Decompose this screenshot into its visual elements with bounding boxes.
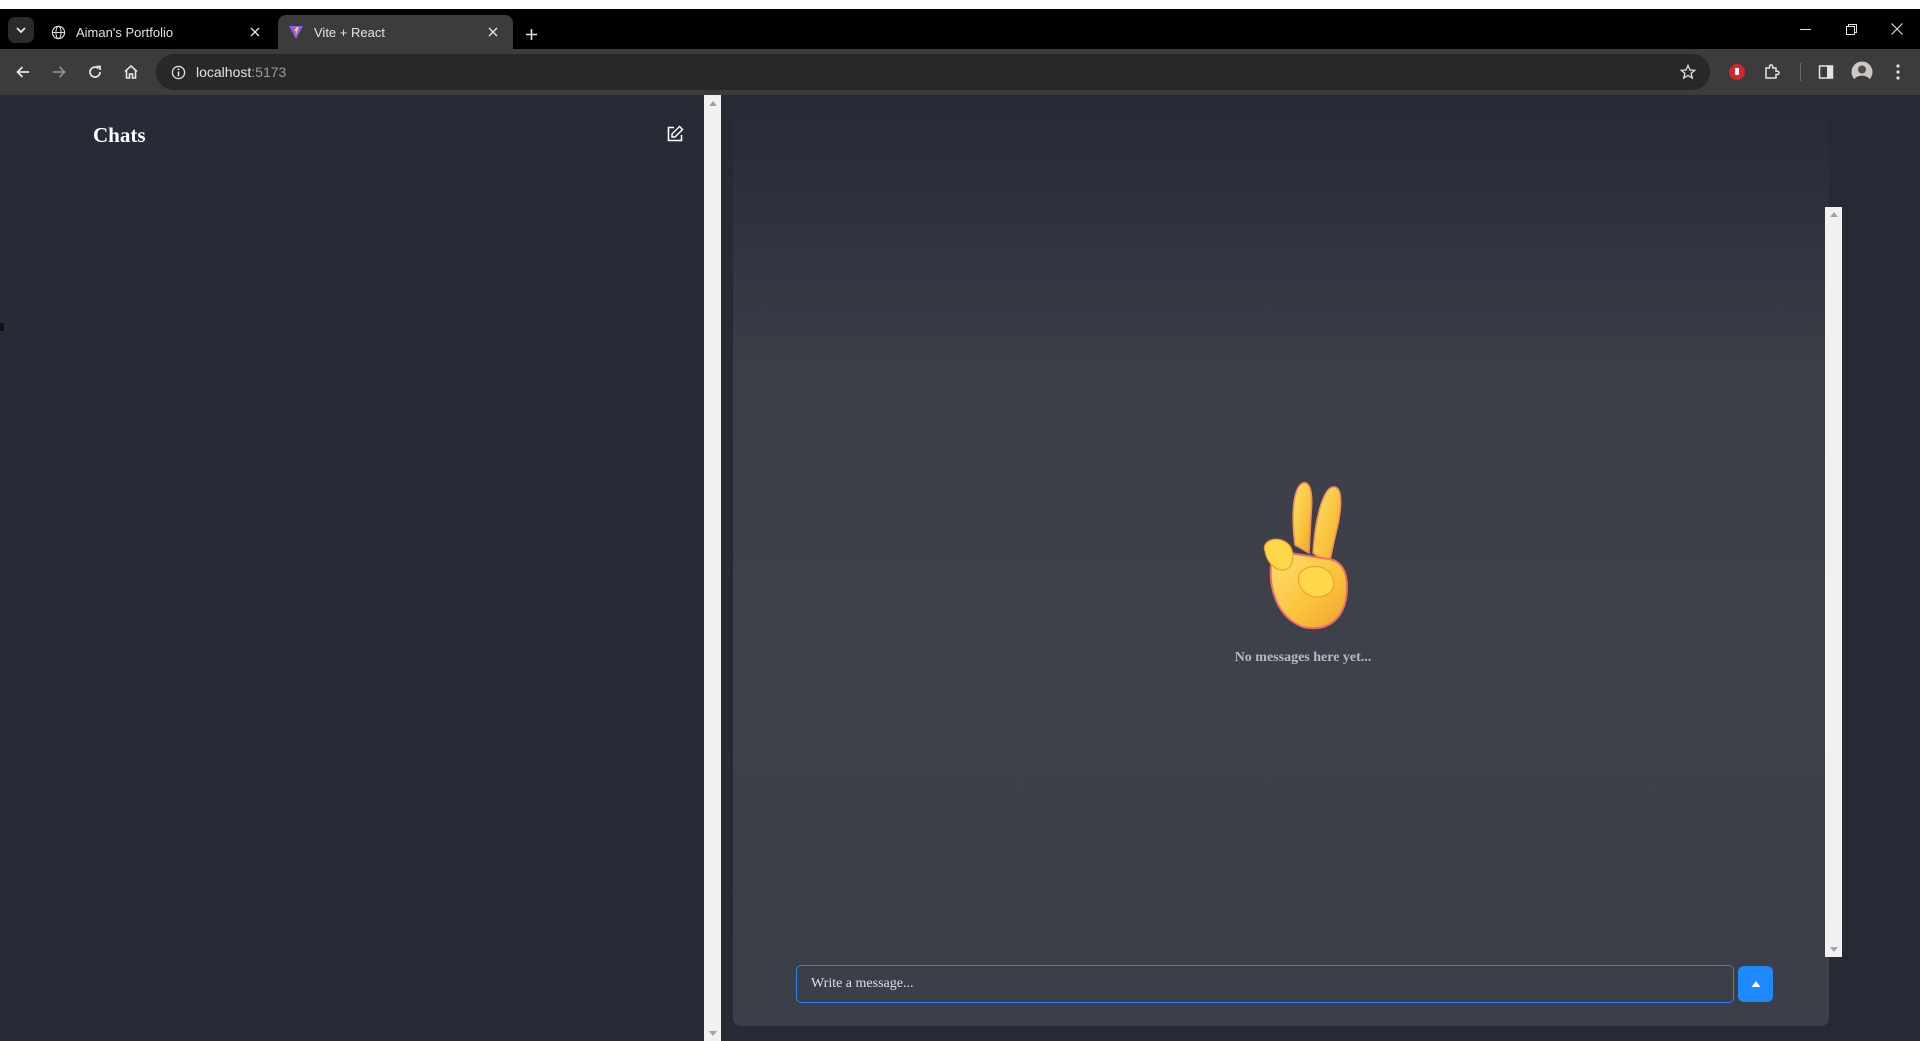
edit-icon xyxy=(667,125,684,142)
close-icon xyxy=(1891,23,1903,35)
minimize-button[interactable] xyxy=(1782,9,1828,49)
sidebar-scrollbar[interactable] xyxy=(704,95,721,1041)
restore-icon xyxy=(1845,23,1857,35)
scroll-up-arrow-icon[interactable] xyxy=(1830,212,1838,217)
chat-panel: No messages here yet... xyxy=(733,95,1842,1026)
scroll-down-arrow-icon[interactable] xyxy=(709,1031,717,1036)
scroll-up-arrow-icon[interactable] xyxy=(709,101,717,106)
tab-vite-react[interactable]: Vite + React xyxy=(278,15,513,49)
toolbar-divider xyxy=(1800,63,1801,81)
mouse-cursor xyxy=(0,323,4,331)
site-info-icon[interactable] xyxy=(160,54,196,90)
send-button[interactable] xyxy=(1738,966,1773,1002)
profile-avatar[interactable] xyxy=(1850,60,1874,84)
bookmark-star-icon[interactable] xyxy=(1676,60,1700,84)
chevron-down-icon xyxy=(16,27,26,34)
tab-title: Aiman's Portfolio xyxy=(76,24,174,40)
address-bar[interactable]: localhost:5173 xyxy=(156,54,1710,90)
message-input[interactable] xyxy=(796,965,1734,1003)
chats-sidebar: Chats xyxy=(0,95,704,1041)
reload-button[interactable] xyxy=(81,58,109,86)
close-window-button[interactable] xyxy=(1874,9,1920,49)
extensions-puzzle-icon[interactable] xyxy=(1760,60,1784,84)
url-port: :5173 xyxy=(251,64,287,80)
reload-icon xyxy=(89,65,101,78)
home-button[interactable] xyxy=(117,58,145,86)
minimize-icon xyxy=(1799,28,1811,30)
send-arrow-icon xyxy=(1751,981,1760,987)
plus-icon xyxy=(525,28,537,40)
sidebar-title: Chats xyxy=(93,123,146,147)
window-top-edge xyxy=(0,0,1920,9)
page-viewport: Chats No messages here yet... Write a me… xyxy=(0,95,1920,1041)
messages-scrollbar[interactable] xyxy=(1825,207,1842,957)
victory-hand-emoji xyxy=(1263,482,1349,630)
scroll-down-arrow-icon[interactable] xyxy=(1830,947,1838,952)
url-host: localhost xyxy=(196,64,252,80)
forward-button[interactable] xyxy=(45,58,73,86)
new-tab-button[interactable] xyxy=(520,23,542,45)
kebab-menu-icon[interactable] xyxy=(1886,60,1910,84)
chat-main: No messages here yet... xyxy=(721,95,1920,1041)
tab-aimans-portfolio[interactable]: Aiman's Portfolio xyxy=(40,15,275,49)
new-chat-button[interactable] xyxy=(664,123,686,145)
arrow-left-icon xyxy=(16,66,29,78)
url-text: localhost:5173 xyxy=(196,64,286,80)
side-panel-icon[interactable] xyxy=(1814,60,1838,84)
tab-bar: Aiman's Portfolio Vite + React xyxy=(0,9,1920,49)
tab-close-icon[interactable] xyxy=(483,22,503,42)
extension-shield-icon[interactable] xyxy=(1725,60,1749,84)
tab-close-icon[interactable] xyxy=(245,22,265,42)
empty-state: No messages here yet... xyxy=(1183,475,1423,666)
tab-title: Vite + React xyxy=(314,24,385,40)
tab-search-button[interactable] xyxy=(8,17,34,43)
restore-button[interactable] xyxy=(1828,9,1874,49)
arrow-right-icon xyxy=(53,66,66,78)
globe-icon xyxy=(50,24,66,40)
home-icon xyxy=(124,64,138,79)
vite-icon xyxy=(288,24,304,40)
back-button[interactable] xyxy=(9,58,37,86)
browser-toolbar: localhost:5173 xyxy=(0,49,1920,95)
empty-state-text: No messages here yet... xyxy=(1234,650,1372,665)
